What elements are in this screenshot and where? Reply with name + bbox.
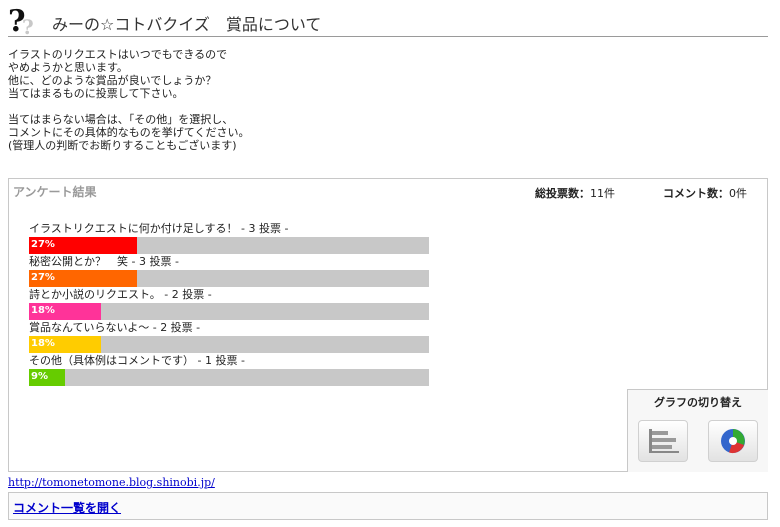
bar-chart-icon	[649, 429, 679, 453]
comment-count-value: 0件	[729, 187, 747, 200]
poll-option-label: 秘密公開とか？ 笑 - 3 投票 -	[29, 255, 179, 268]
poll-percent: 18%	[31, 305, 55, 316]
poll-option: 秘密公開とか？ 笑 - 3 投票 - 27%	[29, 254, 431, 287]
poll-results-panel: アンケート結果 総投票数：11件 コメント数：0件 イラストリクエストに何か付け…	[8, 178, 768, 472]
question-mark-icon: ? ?	[8, 4, 34, 36]
pie-graph-button[interactable]	[708, 420, 758, 462]
comment-count-label: コメント数：	[663, 187, 729, 200]
poll-percent: 27%	[31, 272, 55, 283]
poll-options-list: イラストリクエストに何か付け足しする！ - 3 投票 - 27% 秘密公開とか？…	[29, 221, 431, 386]
total-votes-label: 総投票数：	[535, 187, 590, 200]
graph-switcher: グラフの切り替え	[627, 389, 768, 472]
poll-heading: アンケート結果	[13, 185, 97, 199]
poll-option-label: 賞品なんていらないよ～ - 2 投票 -	[29, 321, 201, 334]
svg-text:?: ?	[22, 15, 34, 36]
poll-bar-track: 27%	[29, 270, 429, 287]
poll-percent: 27%	[31, 239, 55, 250]
poll-bar-track: 18%	[29, 303, 429, 320]
poll-option: 詩とか小説のリクエスト。 - 2 投票 - 18%	[29, 287, 431, 320]
blog-url-link[interactable]: http://tomonetomone.blog.shinobi.jp/	[8, 476, 215, 489]
poll-bar-track: 9%	[29, 369, 429, 386]
poll-option-label: その他（具体例はコメントです） - 1 投票 -	[29, 354, 245, 367]
poll-option: 賞品なんていらないよ～ - 2 投票 - 18%	[29, 320, 431, 353]
poll-percent: 9%	[31, 371, 48, 382]
total-votes: 総投票数：11件	[535, 185, 615, 201]
pie-chart-icon	[721, 429, 745, 454]
poll-bar-track: 18%	[29, 336, 429, 353]
bar-graph-button[interactable]	[638, 420, 688, 462]
poll-option-label: 詩とか小説のリクエスト。 - 2 投票 -	[29, 288, 212, 301]
poll-option: イラストリクエストに何か付け足しする！ - 3 投票 - 27%	[29, 221, 431, 254]
total-votes-value: 11件	[590, 187, 615, 200]
poll-percent: 18%	[31, 338, 55, 349]
comment-count: コメント数：0件	[663, 185, 747, 201]
poll-option-label: イラストリクエストに何か付け足しする！ - 3 投票 -	[29, 222, 289, 235]
poll-bar-track: 27%	[29, 237, 429, 254]
graph-switcher-title: グラフの切り替え	[654, 396, 742, 409]
page-header: ? ? みーの☆コトバクイズ 賞品について	[8, 4, 768, 37]
open-comment-list-link[interactable]: コメント一覧を開く	[13, 499, 121, 516]
poll-option: その他（具体例はコメントです） - 1 投票 - 9%	[29, 353, 431, 386]
intro-text: イラストのリクエストはいつでもできるので やめようかと思います。 他に、どのよう…	[8, 48, 250, 152]
comment-list-box: コメント一覧を開く	[8, 492, 768, 520]
page-title: みーの☆コトバクイズ 賞品について	[52, 15, 322, 34]
